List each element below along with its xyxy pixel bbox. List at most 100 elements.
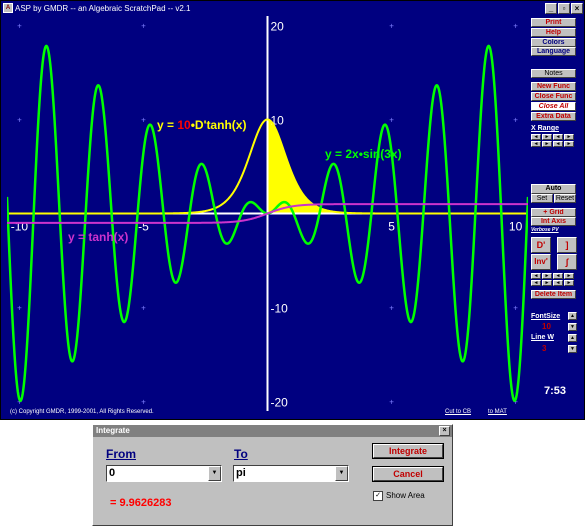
x-tick-label: -5 <box>138 220 149 234</box>
grid-mark: + <box>17 115 22 124</box>
line-width-value: 3 <box>542 344 547 353</box>
inverse-button[interactable]: Inv' <box>531 254 551 270</box>
colors-button[interactable]: Colors <box>531 38 576 47</box>
to-combo[interactable]: pi ▼ <box>233 465 349 482</box>
arrow-right-icon[interactable]: ► <box>564 280 574 286</box>
new-func-button[interactable]: New Func <box>531 82 576 91</box>
x-tick-label: 10 <box>509 220 523 234</box>
set-button[interactable]: Set <box>531 194 553 203</box>
font-size-up-icon[interactable]: ▲ <box>568 312 577 320</box>
notes-button[interactable]: Notes <box>531 69 576 78</box>
print-button[interactable]: Print <box>531 18 576 27</box>
arrow-left-icon[interactable]: ◄ <box>553 280 563 286</box>
grid-mark: + <box>513 304 518 313</box>
grid-mark: + <box>17 304 22 313</box>
function-label-sinx: y = 2x•sin(3x) <box>325 147 402 161</box>
copyright-text: (c) Copyright GMDR, 1999-2001, All Right… <box>10 409 154 415</box>
show-area-checkbox[interactable]: ✓ Show Area <box>373 491 425 501</box>
grid-button[interactable]: + Grid <box>531 208 576 217</box>
font-size-value: 10 <box>542 322 551 331</box>
dialog-close-button[interactable]: × <box>439 426 450 436</box>
dropdown-arrow-icon[interactable]: ▼ <box>208 466 221 481</box>
auto-button[interactable]: Auto <box>531 184 576 194</box>
close-button[interactable]: × <box>571 3 583 14</box>
arrow-left-icon[interactable]: ◄ <box>531 280 541 286</box>
arrow-right-icon[interactable]: ► <box>542 273 552 279</box>
x-tick-label: -10 <box>11 220 29 234</box>
y-tick-label: 20 <box>271 19 285 33</box>
font-size-label: FontSize <box>531 313 561 320</box>
grid-mark: + <box>513 115 518 124</box>
grid-mark: + <box>389 398 394 407</box>
maximize-button[interactable]: ▫ <box>558 3 570 14</box>
arrow-right-icon[interactable]: ► <box>542 134 552 140</box>
grid-mark: + <box>513 21 518 30</box>
bracket-button[interactable]: ] <box>557 237 577 253</box>
integral-button[interactable]: ∫ <box>557 254 577 270</box>
x-range-label: X Range <box>531 125 560 132</box>
arrow-left-icon[interactable]: ◄ <box>531 273 541 279</box>
arrow-left-icon[interactable]: ◄ <box>553 134 563 140</box>
cancel-button[interactable]: Cancel <box>372 466 444 482</box>
language-button[interactable]: Language <box>531 47 576 56</box>
cut-to-cb-link[interactable]: Cut to CB <box>445 409 471 415</box>
minimize-button[interactable]: _ <box>545 3 557 14</box>
function-label-sech2-suffix: •D'tanh(x) <box>191 118 247 132</box>
arrow-right-icon[interactable]: ► <box>564 134 574 140</box>
grid-mark: + <box>141 304 146 313</box>
grid-mark: + <box>389 304 394 313</box>
extra-data-button[interactable]: Extra Data <box>531 112 576 121</box>
close-func-button[interactable]: Close Func <box>531 92 576 101</box>
dropdown-arrow-icon[interactable]: ▼ <box>335 466 348 481</box>
function-label-sech2-coef: 10 <box>177 118 191 132</box>
app-icon: A <box>3 3 13 13</box>
function-label-sech2-prefix: y = <box>157 118 177 132</box>
delete-item-button[interactable]: Delete Item <box>531 290 576 299</box>
font-size-down-icon[interactable]: ▼ <box>568 323 577 331</box>
integrate-dialog: Integrate × From 0 ▼ To pi ▼ = 9.9626283… <box>92 424 453 526</box>
function-label-sech2: y = 10•D'tanh(x) <box>157 118 246 132</box>
to-mat-link[interactable]: to MAT <box>488 409 507 415</box>
from-value[interactable]: 0 <box>109 467 115 479</box>
title-bar: A ASP by GMDR -- an Algebraic ScratchPad… <box>1 1 584 16</box>
close-all-button[interactable]: Close All <box>531 102 576 111</box>
integrate-button[interactable]: Integrate <box>372 443 444 459</box>
arrow-left-icon[interactable]: ◄ <box>553 273 563 279</box>
arrow-right-icon[interactable]: ► <box>564 141 574 147</box>
arrow-left-icon[interactable]: ◄ <box>553 141 563 147</box>
line-width-label: Line W <box>531 334 554 341</box>
window-title: ASP by GMDR -- an Algebraic ScratchPad -… <box>15 4 191 13</box>
to-label: To <box>234 447 248 461</box>
x-range-arrows: ◄ ► ◄ ► ◄ ► ◄ ► <box>531 134 574 147</box>
y-tick-label: -10 <box>271 302 289 316</box>
grid-mark: + <box>17 21 22 30</box>
grid-mark: + <box>141 115 146 124</box>
line-width-down-icon[interactable]: ▼ <box>568 345 577 353</box>
function-label-tanh: y = tanh(x) <box>68 230 128 244</box>
nav-arrows: ◄ ► ◄ ► ◄ ► ◄ ► <box>531 273 574 286</box>
int-axis-button[interactable]: Int Axis <box>531 217 576 226</box>
grid-mark: + <box>141 21 146 30</box>
help-button[interactable]: Help <box>531 28 576 37</box>
plot-area[interactable]: ++++++++++++++++ -10 -5 5 102010-10-20 y = … <box>7 16 528 411</box>
from-label: From <box>106 447 136 461</box>
from-combo[interactable]: 0 ▼ <box>106 465 222 482</box>
dialog-title: Integrate <box>96 426 130 435</box>
arrow-left-icon[interactable]: ◄ <box>531 134 541 140</box>
status-footer: (c) Copyright GMDR, 1999-2001, All Right… <box>1 407 584 419</box>
derivative-button[interactable]: D' <box>531 237 551 253</box>
arrow-right-icon[interactable]: ► <box>542 280 552 286</box>
checkbox-checked-icon[interactable]: ✓ <box>373 491 383 501</box>
to-value[interactable]: pi <box>236 467 246 479</box>
grid-mark: + <box>141 398 146 407</box>
grid-mark: + <box>389 21 394 30</box>
line-width-up-icon[interactable]: ▲ <box>568 334 577 342</box>
integral-result: = 9.9626283 <box>110 497 172 509</box>
arrow-right-icon[interactable]: ► <box>542 141 552 147</box>
x-tick-label: 5 <box>388 220 395 234</box>
clock: 7:53 <box>544 385 567 397</box>
verbose-link[interactable]: Verbose PV <box>531 227 559 233</box>
arrow-right-icon[interactable]: ► <box>564 273 574 279</box>
arrow-left-icon[interactable]: ◄ <box>531 141 541 147</box>
reset-button[interactable]: Reset <box>554 194 576 203</box>
